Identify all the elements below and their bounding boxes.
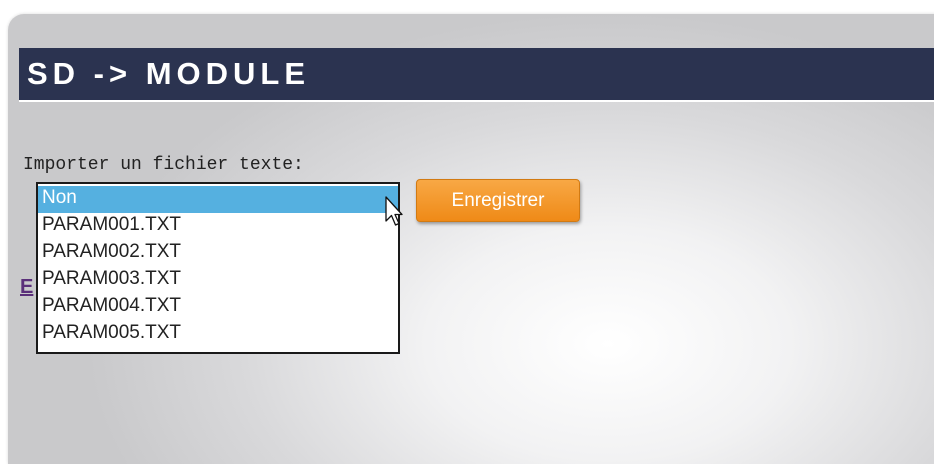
dropdown-option-param005[interactable]: PARAM005.TXT: [38, 321, 398, 348]
dropdown-option-param004[interactable]: PARAM004.TXT: [38, 294, 398, 321]
page-title: SD -> MODULE: [27, 56, 311, 91]
mouse-pointer-icon: [385, 196, 403, 226]
dropdown-option-param001[interactable]: PARAM001.TXT: [38, 213, 398, 240]
file-dropdown-list[interactable]: Non PARAM001.TXT PARAM002.TXT PARAM003.T…: [36, 182, 400, 354]
import-label: Importer un fichier texte:: [23, 155, 304, 175]
dropdown-option-non[interactable]: Non: [38, 186, 398, 213]
dropdown-option-param002[interactable]: PARAM002.TXT: [38, 240, 398, 267]
title-bar: SD -> MODULE: [19, 48, 934, 102]
partially-hidden-link[interactable]: E: [20, 276, 33, 298]
save-button[interactable]: Enregistrer: [416, 179, 580, 222]
dropdown-option-param003[interactable]: PARAM003.TXT: [38, 267, 398, 294]
